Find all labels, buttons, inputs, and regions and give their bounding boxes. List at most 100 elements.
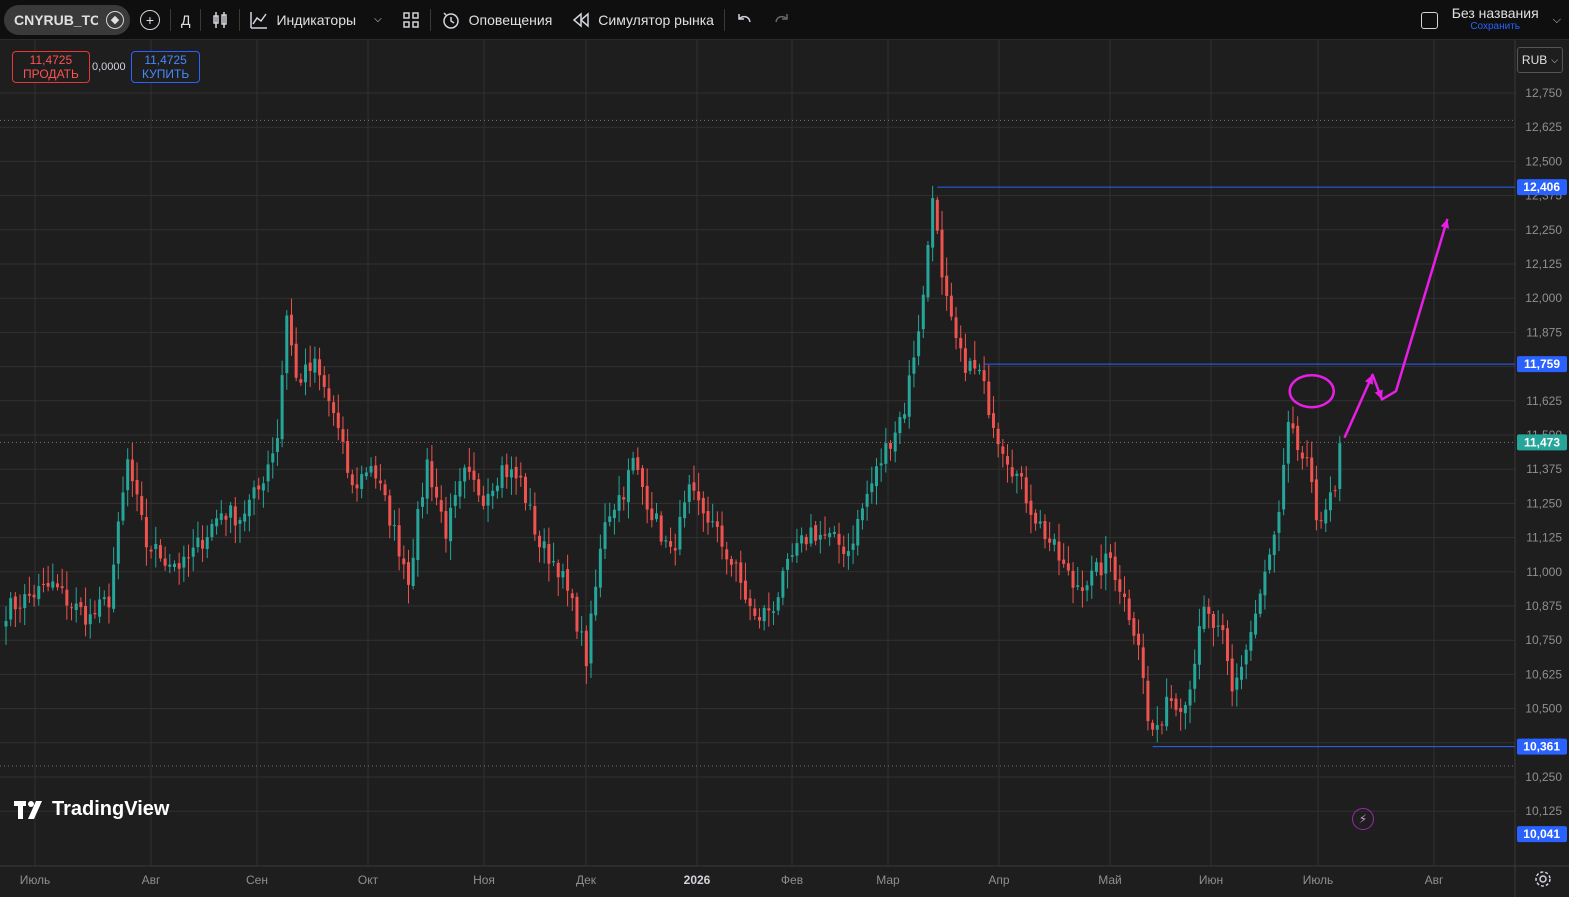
candle-body <box>814 525 818 541</box>
candle-body <box>1127 598 1131 621</box>
candle-body <box>743 580 747 600</box>
candle-body <box>561 570 565 578</box>
candle-body <box>1006 456 1010 465</box>
candle-body <box>74 603 78 611</box>
compare-button[interactable]: + <box>130 0 170 40</box>
candle-body <box>762 607 766 622</box>
candle-body <box>27 593 31 596</box>
price-label: 11,759 <box>1524 357 1560 371</box>
x-tick-label: Май <box>1098 873 1122 887</box>
candle-body <box>364 472 368 477</box>
rewind-icon <box>573 11 590 28</box>
candle-body <box>1225 628 1229 661</box>
candle-body <box>514 466 518 479</box>
symbol-name[interactable]: CNYRUB_TOM <box>14 12 98 28</box>
candle-body <box>238 520 242 524</box>
buy-button[interactable]: 11,4725 КУПИТЬ <box>131 51 201 83</box>
candle-body <box>107 596 111 608</box>
shield-icon[interactable]: ◆ <box>106 10 124 29</box>
x-tick-label: Мар <box>876 873 900 887</box>
candle-body <box>172 563 176 568</box>
candle-body <box>1272 534 1276 556</box>
candle-body <box>626 470 630 503</box>
candle-body <box>322 375 326 387</box>
candle-body <box>903 414 907 419</box>
x-tick-label: Июль <box>1303 873 1334 887</box>
candle-body <box>678 516 682 550</box>
candle-body <box>603 522 607 549</box>
candle-body <box>1020 473 1024 477</box>
y-tick-label: 12,625 <box>1525 120 1562 134</box>
candle-body <box>219 513 223 520</box>
candle-body <box>1132 618 1136 636</box>
x-tick-label: Фев <box>781 873 803 887</box>
undo-button[interactable] <box>725 0 763 40</box>
plus-circle-icon: + <box>140 9 160 30</box>
candle-body <box>84 605 88 625</box>
candle-body <box>804 536 808 545</box>
candle-body <box>580 631 584 633</box>
candle-body <box>1001 446 1005 454</box>
candle-body <box>584 630 588 667</box>
redo-button[interactable] <box>763 0 801 40</box>
candle-body <box>1183 705 1187 714</box>
candle-body <box>304 364 308 383</box>
tradingview-logo[interactable]: TradingView <box>14 798 169 821</box>
interval-button[interactable]: Д <box>171 0 200 40</box>
candle-body <box>13 596 17 610</box>
candle-body <box>870 483 874 493</box>
indicators-button[interactable]: Индикаторы ⌵ <box>240 0 391 40</box>
candle-body <box>1151 722 1155 730</box>
candle-body <box>299 379 303 383</box>
candle-body <box>547 543 551 564</box>
save-link[interactable]: Сохранить <box>1470 20 1520 34</box>
candle-body <box>739 562 743 583</box>
alerts-button[interactable]: Оповещения <box>431 0 563 40</box>
x-tick-label: Окт <box>358 873 379 887</box>
candle-body <box>729 559 733 565</box>
candle-body <box>112 564 116 609</box>
candle-body <box>341 429 345 442</box>
chevron-down-icon[interactable]: ⌵ <box>1553 14 1561 27</box>
layout-title-button[interactable]: Без названия Сохранить <box>1452 6 1539 34</box>
candle-body <box>1328 492 1332 511</box>
y-tick-label: 12,125 <box>1525 257 1562 271</box>
candle-body <box>495 485 499 492</box>
symbol-search[interactable]: CNYRUB_TOM ◆ <box>4 4 130 35</box>
candle-body <box>37 586 41 600</box>
candle-body <box>46 583 50 587</box>
candle-body <box>790 555 794 557</box>
candle-body <box>289 314 293 346</box>
candle-body <box>655 513 659 520</box>
candle-body <box>41 583 45 585</box>
candle-body <box>1202 606 1206 629</box>
candle-body <box>818 534 822 540</box>
replay-button[interactable]: Симулятор рынка <box>562 0 724 40</box>
candle-body <box>177 563 181 569</box>
currency-selector[interactable]: RUB ⌵ <box>1517 47 1563 73</box>
candle-body <box>617 495 621 511</box>
y-tick-label: 10,125 <box>1525 804 1562 818</box>
candle-body <box>608 516 612 522</box>
sell-price: 11,4725 <box>29 53 73 67</box>
candle-body <box>1235 677 1239 690</box>
lightning-icon[interactable]: ⚡ <box>1352 808 1374 830</box>
sell-button[interactable]: 11,4725 ПРОДАТЬ <box>12 51 90 83</box>
fullscreen-icon[interactable] <box>1420 11 1438 29</box>
candle-body <box>1179 708 1183 712</box>
candle-body <box>949 295 953 317</box>
chevron-down-icon[interactable]: ⌵ <box>374 14 382 25</box>
candle-body <box>486 493 490 506</box>
candle-body <box>467 466 471 472</box>
candle-body <box>757 616 761 621</box>
x-tick-label: Дек <box>576 873 597 887</box>
candle-body <box>954 317 958 339</box>
candle-body <box>1263 571 1267 596</box>
price-chart[interactable]: 12,75012,62512,50012,37512,25012,12512,0… <box>0 40 1569 897</box>
gear-icon[interactable] <box>1534 870 1552 888</box>
candle-body <box>397 525 401 557</box>
y-tick-label: 10,250 <box>1525 770 1562 784</box>
templates-button[interactable] <box>392 0 430 40</box>
chart-type-button[interactable] <box>201 0 239 40</box>
candle-body <box>786 558 790 570</box>
